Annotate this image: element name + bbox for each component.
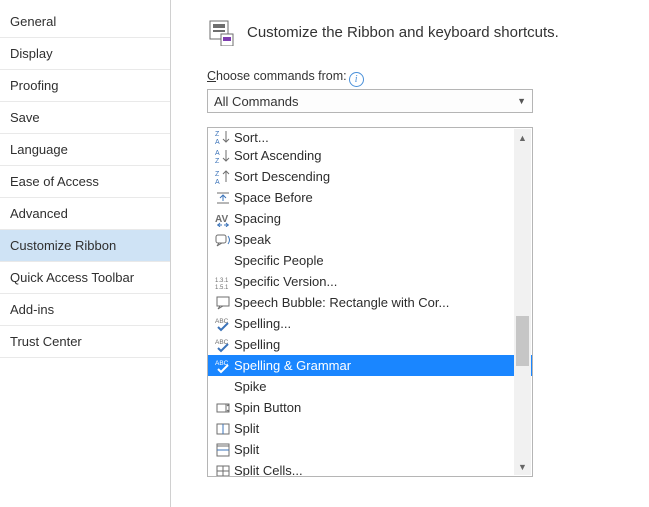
command-label: Split <box>234 421 516 436</box>
command-label: Specific Version... <box>234 274 516 289</box>
dropdown-value: All Commands <box>214 94 299 109</box>
nav-save[interactable]: Save <box>0 102 170 134</box>
split-icon <box>212 421 234 437</box>
info-icon[interactable]: i <box>349 72 364 87</box>
svg-text:Z: Z <box>215 131 220 138</box>
scroll-down-button[interactable]: ▼ <box>514 458 531 475</box>
nav-proofing[interactable]: Proofing <box>0 70 170 102</box>
nav-language[interactable]: Language <box>0 134 170 166</box>
command-item[interactable]: ZASort... <box>208 130 532 145</box>
nav-ease-of-access[interactable]: Ease of Access <box>0 166 170 198</box>
command-label: Speech Bubble: Rectangle with Cor... <box>234 295 516 310</box>
command-item[interactable]: Specific People▶ <box>208 250 532 271</box>
svg-text:A: A <box>215 179 220 185</box>
speech-bubble-icon <box>212 295 234 311</box>
command-label: Split <box>234 442 516 457</box>
svg-text:1.3.1: 1.3.1 <box>215 278 229 284</box>
av-spacing-icon: AV <box>212 211 234 227</box>
command-item[interactable]: ABCSpelling▶ <box>208 334 532 355</box>
split-cells-icon <box>212 463 234 478</box>
svg-text:Z: Z <box>215 171 220 178</box>
command-item[interactable]: Split <box>208 418 532 439</box>
customize-ribbon-icon <box>207 18 235 46</box>
spelling-sel-icon: ABC <box>212 358 234 374</box>
command-item[interactable]: AVSpacing▶ <box>208 208 532 229</box>
command-label: Split Cells... <box>234 463 516 477</box>
scroll-track[interactable] <box>514 146 531 458</box>
nav-trust-center[interactable]: Trust Center <box>0 326 170 358</box>
sort-desc-icon: ZA <box>212 169 234 185</box>
page-header: Customize the Ribbon and keyboard shortc… <box>207 18 639 46</box>
chevron-down-icon: ▼ <box>517 96 526 106</box>
command-item[interactable]: Spike <box>208 376 532 397</box>
command-item[interactable]: Speak <box>208 229 532 250</box>
options-dialog: General Display Proofing Save Language E… <box>0 0 649 507</box>
command-label: Sort Ascending <box>234 148 516 163</box>
sort-asc-icon: AZ <box>212 148 234 164</box>
command-label: Spelling & Grammar <box>234 358 516 373</box>
nav-display[interactable]: Display <box>0 38 170 70</box>
scrollbar[interactable]: ▲ ▼ <box>514 129 531 475</box>
version-icon: 1.3.11.5.1 <box>212 274 234 290</box>
space-before-icon <box>212 190 234 206</box>
command-label: Sort... <box>234 130 516 145</box>
spelling-abc-icon: ABC <box>212 337 234 353</box>
command-item[interactable]: ABCSpelling... <box>208 313 532 334</box>
choose-commands-dropdown[interactable]: All Commands ▼ <box>207 89 533 113</box>
command-item[interactable]: Split <box>208 439 532 460</box>
command-item[interactable]: Split Cells... <box>208 460 532 477</box>
speak-icon <box>212 232 234 248</box>
svg-text:A: A <box>215 150 220 157</box>
command-item[interactable]: ZASort Descending <box>208 166 532 187</box>
choose-commands-label: Choose commands from: i <box>207 69 364 85</box>
spelling-abc-icon: ABC <box>212 316 234 332</box>
command-item[interactable]: ABCSpelling & Grammar <box>208 355 532 376</box>
command-label: Spike <box>234 379 516 394</box>
svg-text:Z: Z <box>215 158 220 164</box>
content-pane: Customize the Ribbon and keyboard shortc… <box>171 0 649 507</box>
split-window-icon <box>212 442 234 458</box>
sort-za-icon: ZA <box>212 130 234 145</box>
command-item[interactable]: Spin Button <box>208 397 532 418</box>
command-item[interactable]: Space Before <box>208 187 532 208</box>
command-label: Spin Button <box>234 400 516 415</box>
command-label: Space Before <box>234 190 516 205</box>
command-label: Spelling... <box>234 316 516 331</box>
spin-button-icon <box>212 400 234 416</box>
nav-customize-ribbon[interactable]: Customize Ribbon <box>0 230 170 262</box>
category-nav: General Display Proofing Save Language E… <box>0 0 171 507</box>
command-label: Sort Descending <box>234 169 516 184</box>
command-item[interactable]: Speech Bubble: Rectangle with Cor... <box>208 292 532 313</box>
page-title: Customize the Ribbon and keyboard shortc… <box>247 24 559 41</box>
scroll-up-button[interactable]: ▲ <box>514 129 531 146</box>
command-item[interactable]: AZSort Ascending <box>208 145 532 166</box>
command-label: Speak <box>234 232 516 247</box>
command-label: Spelling <box>234 337 516 352</box>
command-label: Spacing <box>234 211 516 226</box>
commands-listbox-wrap: ZASort...AZSort AscendingZASort Descendi… <box>207 127 533 477</box>
nav-quick-access[interactable]: Quick Access Toolbar <box>0 262 170 294</box>
svg-text:1.5.1: 1.5.1 <box>215 285 229 290</box>
command-label: Specific People <box>234 253 516 268</box>
nav-addins[interactable]: Add-ins <box>0 294 170 326</box>
scroll-thumb[interactable] <box>516 316 529 366</box>
command-item[interactable]: 1.3.11.5.1Specific Version... <box>208 271 532 292</box>
nav-advanced[interactable]: Advanced <box>0 198 170 230</box>
nav-general[interactable]: General <box>0 6 170 38</box>
commands-listbox[interactable]: ZASort...AZSort AscendingZASort Descendi… <box>207 127 533 477</box>
